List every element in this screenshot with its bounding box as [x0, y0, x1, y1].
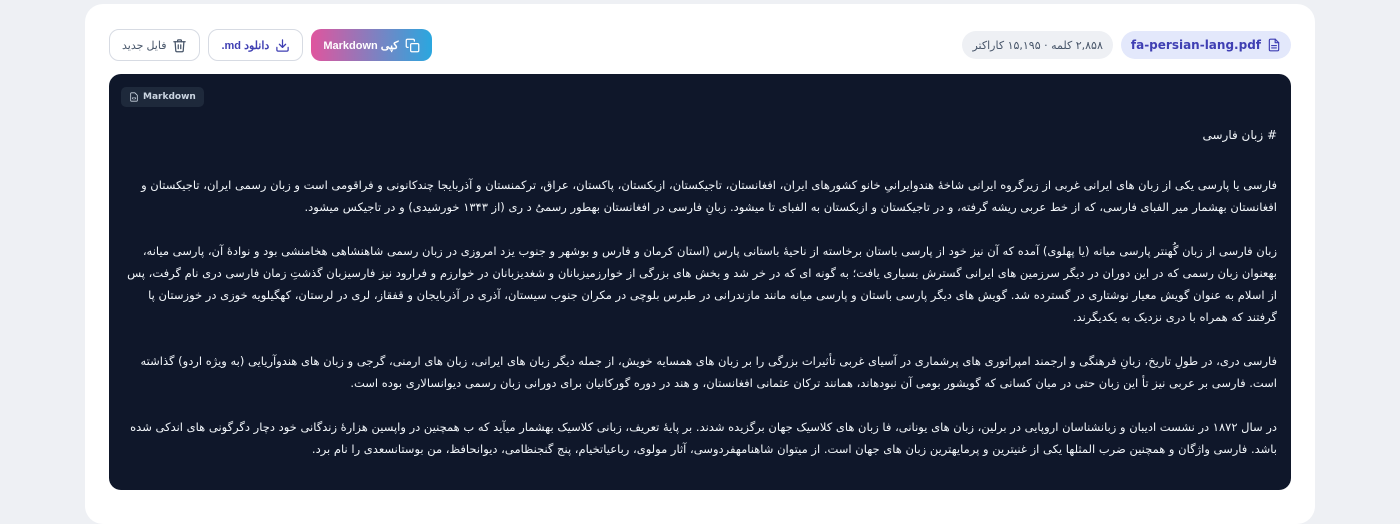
markdown-badge-label: Markdown — [143, 92, 196, 102]
markdown-badge: Markdown — [121, 87, 204, 107]
download-md-label: دانلود md. — [221, 39, 270, 52]
new-file-button[interactable]: فایل جدید — [109, 29, 201, 61]
download-md-button[interactable]: دانلود md. — [208, 29, 304, 61]
trash-icon — [173, 38, 187, 52]
new-file-label: فایل جدید — [122, 39, 167, 52]
paragraph: زبان فارسی از زبان گُهنتر پارسی میانه (ی… — [127, 244, 1277, 324]
download-icon — [276, 38, 290, 52]
paragraph: فارسی دری، در طولِ تاریخ، زبانِ فرهنگی و… — [140, 354, 1277, 390]
file-name-pill[interactable]: fa-persian-lang.pdf — [1120, 31, 1291, 59]
document-stats: ۲,۸۵۸ کلمه · ۱۵,۱۹۵ کاراکتر — [962, 31, 1113, 59]
converter-card: fa-persian-lang.pdf ۲,۸۵۸ کلمه · ۱۵,۱۹۵ … — [85, 4, 1315, 524]
file-name: fa-persian-lang.pdf — [1130, 38, 1261, 52]
actions: کپی Markdown دانلود md. فایل جدید — [109, 29, 432, 61]
file-info: fa-persian-lang.pdf ۲,۸۵۸ کلمه · ۱۵,۱۹۵ … — [962, 31, 1291, 59]
toolbar: fa-persian-lang.pdf ۲,۸۵۸ کلمه · ۱۵,۱۹۵ … — [109, 28, 1291, 62]
markdown-content: # زبان فارسی فارسی یا پارسی یکی از زبان … — [123, 118, 1277, 482]
document-heading: # زبان فارسی — [1202, 128, 1277, 142]
markdown-preview[interactable]: Markdown # زبان فارسی فارسی یا پارسی یکی… — [109, 74, 1291, 490]
paragraph: در سال ۱۸۷۲ در نشست ادیبان و زبانشناسان … — [130, 420, 1277, 456]
copy-markdown-label: کپی Markdown — [323, 39, 399, 52]
file-text-icon — [1268, 38, 1280, 52]
copy-markdown-button[interactable]: کپی Markdown — [311, 29, 432, 61]
copy-icon — [405, 38, 419, 52]
file-code-icon — [130, 92, 138, 102]
paragraph: فارسی یا پارسی یکی از زبان های ایرانی غر… — [141, 178, 1277, 214]
